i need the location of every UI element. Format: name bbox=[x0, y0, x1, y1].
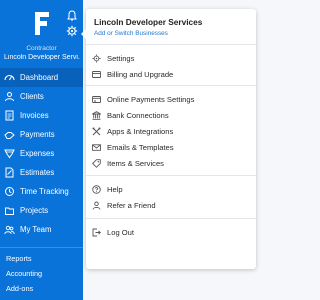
menu-item-bank-connections[interactable]: Bank Connections bbox=[86, 108, 256, 122]
expenses-icon bbox=[4, 149, 15, 159]
freshbooks-logo[interactable] bbox=[33, 12, 49, 35]
sidebar-link-reports[interactable]: Reports bbox=[6, 251, 42, 266]
bell-icon[interactable] bbox=[66, 10, 78, 22]
menu-item-label: Online Payments Settings bbox=[107, 94, 195, 104]
sidebar-item-invoices[interactable]: Invoices bbox=[0, 106, 83, 125]
menu-item-label: Apps & Integrations bbox=[107, 126, 174, 136]
settings-dropdown: Lincoln Developer Services Add or Switch… bbox=[81, 9, 256, 269]
menu-item-emails-templates[interactable]: Emails & Templates bbox=[86, 140, 256, 154]
menu-item-help[interactable]: Help bbox=[86, 182, 256, 196]
help-icon bbox=[92, 184, 101, 194]
header-icons bbox=[66, 10, 80, 40]
billing-icon bbox=[92, 70, 101, 78]
tag-icon bbox=[92, 158, 101, 168]
divider bbox=[86, 85, 256, 86]
menu-item-label: Bank Connections bbox=[107, 110, 169, 120]
sidebar-link-add-ons[interactable]: Add-ons bbox=[6, 281, 42, 296]
sidebar-item-expenses[interactable]: Expenses bbox=[0, 144, 83, 163]
gear-icon bbox=[92, 54, 101, 62]
menu-item-label: Refer a Friend bbox=[107, 200, 156, 210]
sidebar-item-label: Clients bbox=[20, 92, 44, 101]
menu-item-items-services[interactable]: Items & Services bbox=[86, 156, 256, 170]
sidebar-item-label: Time Tracking bbox=[20, 187, 69, 196]
menu-item-label: Settings bbox=[107, 53, 135, 63]
sidebar-item-label: Invoices bbox=[20, 111, 49, 120]
sidebar-item-label: Projects bbox=[20, 206, 49, 215]
menu-item-log-out[interactable]: Log Out bbox=[86, 225, 256, 239]
sidebar-item-label: Payments bbox=[20, 130, 55, 139]
sidebar-item-dashboard[interactable]: Dashboard bbox=[0, 68, 83, 87]
sidebar-item-label: Dashboard bbox=[20, 73, 59, 82]
invoices-icon bbox=[5, 110, 14, 121]
menu-item-settings[interactable]: Settings bbox=[86, 51, 256, 65]
email-icon bbox=[92, 143, 101, 151]
sidebar-item-my-team[interactable]: My Team bbox=[0, 220, 83, 239]
sidebar-item-label: Expenses bbox=[20, 149, 55, 158]
logout-icon bbox=[92, 228, 101, 236]
account-name[interactable]: Lincoln Developer Servi... bbox=[4, 54, 80, 61]
menu-item-label: Billing and Upgrade bbox=[107, 69, 174, 79]
sidebar-link-accounting[interactable]: Accounting bbox=[6, 266, 42, 281]
time-tracking-icon bbox=[5, 187, 14, 196]
sidebar-item-payments[interactable]: Payments bbox=[0, 125, 83, 144]
menu-item-label: Log Out bbox=[107, 227, 135, 237]
divider bbox=[86, 218, 256, 219]
menu-item-billing[interactable]: Billing and Upgrade bbox=[86, 67, 256, 81]
gear-icon[interactable] bbox=[66, 25, 78, 37]
menu-item-apps-integrations[interactable]: Apps & Integrations bbox=[86, 124, 256, 138]
clients-icon bbox=[5, 92, 14, 102]
divider bbox=[86, 44, 256, 45]
payments-icon bbox=[4, 132, 15, 139]
sidebar-item-label: My Team bbox=[20, 225, 52, 234]
sidebar-item-label: Estimates bbox=[20, 168, 55, 177]
sidebar-item-projects[interactable]: Projects bbox=[0, 201, 83, 220]
divider bbox=[0, 247, 83, 248]
account-role: Contractor bbox=[26, 45, 57, 52]
dashboard-icon bbox=[4, 74, 15, 81]
sidebar-item-clients[interactable]: Clients bbox=[0, 87, 83, 106]
projects-icon bbox=[5, 207, 14, 215]
dropdown-caret bbox=[81, 29, 86, 39]
my-team-icon bbox=[4, 225, 15, 235]
sidebar-item-time-tracking[interactable]: Time Tracking bbox=[0, 182, 83, 201]
business-name: Lincoln Developer Services bbox=[94, 17, 203, 27]
menu-item-label: Items & Services bbox=[107, 158, 164, 168]
menu-item-online-payments[interactable]: Online Payments Settings bbox=[86, 92, 256, 106]
menu-item-label: Help bbox=[107, 184, 123, 194]
divider bbox=[86, 175, 256, 176]
apps-icon bbox=[92, 127, 101, 135]
sidebar: Contractor Lincoln Developer Servi... Da… bbox=[0, 0, 83, 300]
online-payments-icon bbox=[92, 95, 101, 103]
bank-icon bbox=[92, 110, 101, 120]
sidebar-nav: Dashboard Clients Invoices Payments Expe… bbox=[0, 68, 83, 239]
refer-icon bbox=[92, 201, 101, 210]
sidebar-footer-links: Reports Accounting Add-ons bbox=[6, 251, 42, 296]
estimates-icon bbox=[5, 167, 14, 178]
menu-item-refer-friend[interactable]: Refer a Friend bbox=[86, 198, 256, 212]
menu-item-label: Emails & Templates bbox=[107, 142, 174, 152]
sidebar-item-estimates[interactable]: Estimates bbox=[0, 163, 83, 182]
switch-business-link[interactable]: Add or Switch Businesses bbox=[94, 30, 168, 37]
